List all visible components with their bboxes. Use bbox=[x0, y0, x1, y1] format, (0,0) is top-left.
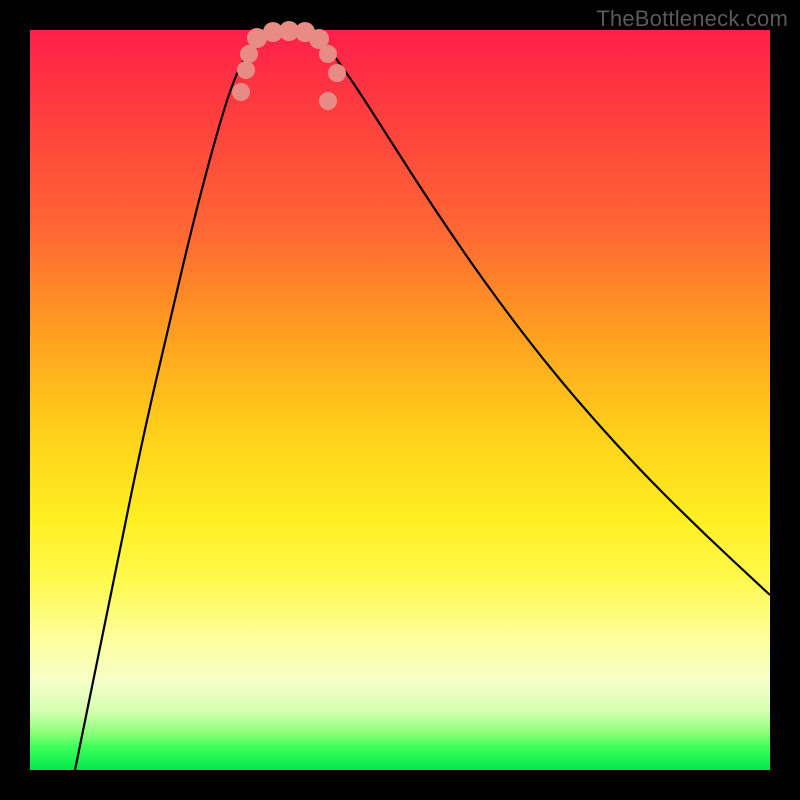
marker-dot bbox=[319, 45, 337, 63]
marker-dot bbox=[319, 92, 337, 110]
marker-dots bbox=[232, 21, 346, 110]
curve-right bbox=[315, 30, 770, 595]
chart-frame: TheBottleneck.com bbox=[0, 0, 800, 800]
plot-area bbox=[30, 30, 770, 770]
watermark-text: TheBottleneck.com bbox=[596, 6, 788, 32]
chart-svg bbox=[30, 30, 770, 770]
marker-dot bbox=[328, 64, 346, 82]
curve-left bbox=[75, 30, 275, 770]
marker-dot bbox=[232, 83, 250, 101]
marker-dot bbox=[237, 61, 255, 79]
